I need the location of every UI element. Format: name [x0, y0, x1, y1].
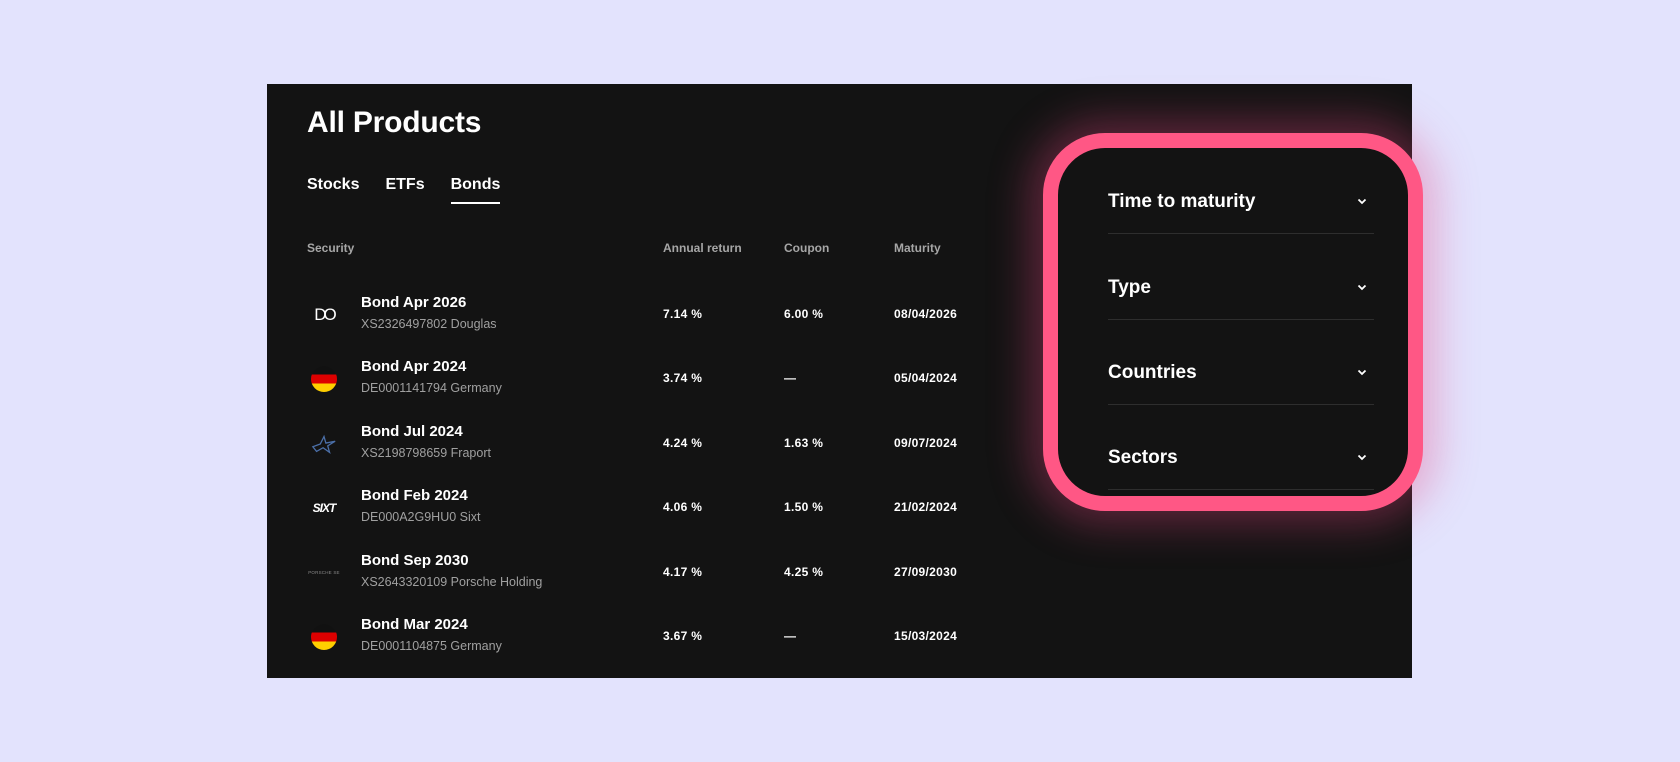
- chevron-down-icon: [1357, 369, 1367, 376]
- annual-return-value: 4.06 %: [663, 500, 703, 515]
- porsche-logo: PORSCHE SE: [308, 570, 340, 576]
- filter-label: Type: [1108, 277, 1151, 298]
- bond-name: Bond Apr 2026: [361, 294, 467, 311]
- column-header-coupon[interactable]: Coupon: [784, 241, 829, 255]
- bond-name: Bond Jul 2024: [361, 422, 463, 440]
- bond-name: Bond Apr 2024: [361, 358, 467, 376]
- bond-name: Bond Mar 2024: [361, 615, 468, 633]
- maturity-value: 08/04/2026: [894, 307, 958, 321]
- bond-isin-issuer: XS2198798659 Fraport: [361, 445, 491, 460]
- maturity-value: 27/09/2030: [894, 564, 958, 579]
- germany-flag-icon: [311, 623, 337, 650]
- column-header-maturity[interactable]: Maturity: [894, 241, 941, 255]
- bond-isin-issuer: XS2643320109 Porsche Holding: [361, 574, 543, 589]
- annual-return-value: 7.14 %: [663, 307, 703, 321]
- table-row[interactable]: Bond Jul 2024 XS2198798659 Fraport 4.24 …: [267, 419, 1027, 483]
- bond-isin-issuer: XS2326497802 Douglas: [361, 317, 497, 331]
- bond-name: Bond Feb 2024: [361, 487, 468, 505]
- annual-return-value: 3.67 %: [663, 628, 703, 643]
- filter-time-to-maturity[interactable]: Time to maturity: [1108, 148, 1374, 234]
- filter-type[interactable]: Type: [1108, 234, 1374, 320]
- bond-name: Bond Sep 2030: [361, 551, 469, 569]
- filter-countries[interactable]: Countries: [1108, 319, 1374, 405]
- maturity-value: 15/03/2024: [894, 628, 958, 643]
- tab-stocks[interactable]: Stocks: [307, 176, 359, 204]
- douglas-logo: DO: [314, 305, 337, 324]
- bond-list: DO Bond Apr 2026 XS2326497802 Douglas 7.…: [267, 290, 1027, 676]
- germany-flag-icon: [311, 366, 337, 393]
- bond-isin-issuer: DE000A2G9HU0 Sixt: [361, 510, 481, 525]
- table-row[interactable]: Bond Mar 2024 DE0001104875 Germany 3.67 …: [267, 612, 1027, 676]
- coupon-value: 1.50 %: [784, 500, 824, 515]
- filter-panel: Time to maturity Type Countries Sectors: [1043, 133, 1423, 511]
- annual-return-value: 3.74 %: [663, 371, 703, 386]
- chevron-down-icon: [1357, 198, 1367, 205]
- product-tabs: Stocks ETFs Bonds: [307, 176, 500, 204]
- table-row[interactable]: Bond Apr 2024 DE0001141794 Germany 3.74 …: [267, 354, 1027, 418]
- sixt-logo: SIXT: [312, 501, 337, 516]
- column-header-security[interactable]: Security: [307, 241, 354, 255]
- coupon-value: 4.25 %: [784, 564, 824, 579]
- coupon-value: —: [784, 371, 797, 386]
- filter-sectors[interactable]: Sectors: [1108, 404, 1374, 490]
- coupon-value: 1.63 %: [784, 435, 824, 450]
- chevron-down-icon: [1357, 454, 1367, 461]
- annual-return-value: 4.24 %: [663, 435, 703, 450]
- maturity-value: 21/02/2024: [894, 500, 958, 515]
- column-header-annual-return[interactable]: Annual return: [663, 241, 742, 255]
- page-title: All Products: [307, 106, 482, 139]
- table-row[interactable]: DO Bond Apr 2026 XS2326497802 Douglas 7.…: [267, 290, 1027, 354]
- maturity-value: 05/04/2024: [894, 371, 958, 386]
- tab-etfs[interactable]: ETFs: [385, 176, 424, 204]
- table-row[interactable]: PORSCHE SE Bond Sep 2030 XS2643320109 Po…: [267, 548, 1027, 612]
- annual-return-value: 4.17 %: [663, 564, 703, 579]
- filter-label: Time to maturity: [1108, 191, 1256, 212]
- tab-bonds[interactable]: Bonds: [450, 176, 500, 204]
- table-row[interactable]: SIXT Bond Feb 2024 DE000A2G9HU0 Sixt 4.0…: [267, 483, 1027, 547]
- coupon-value: 6.00 %: [784, 307, 824, 321]
- fraport-logo: [311, 431, 337, 457]
- coupon-value: —: [784, 628, 797, 643]
- stage: All Products Stocks ETFs Bonds Security …: [0, 0, 1680, 762]
- bond-isin-issuer: DE0001104875 Germany: [361, 638, 502, 653]
- filter-label: Countries: [1108, 362, 1197, 383]
- bond-isin-issuer: DE0001141794 Germany: [361, 381, 502, 396]
- chevron-down-icon: [1357, 284, 1367, 291]
- filter-label: Sectors: [1108, 447, 1178, 468]
- maturity-value: 09/07/2024: [894, 435, 958, 450]
